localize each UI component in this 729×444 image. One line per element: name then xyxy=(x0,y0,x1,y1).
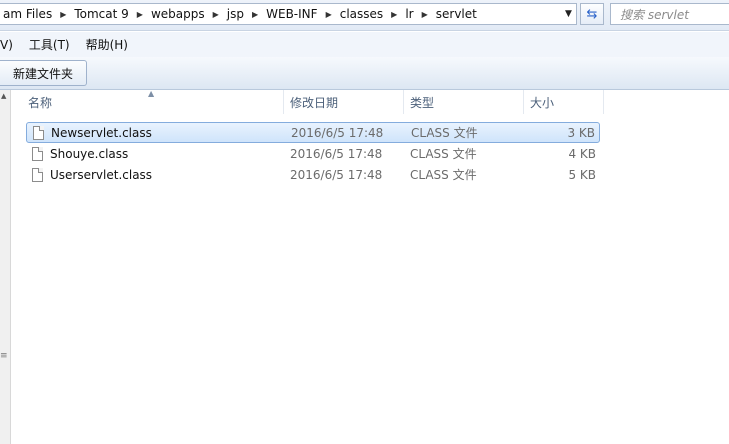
breadcrumb-item[interactable]: webapps xyxy=(148,7,208,21)
breadcrumb-item[interactable]: Tomcat 9 xyxy=(71,7,131,21)
menu-item-tools[interactable]: 工具(T) xyxy=(21,36,78,53)
breadcrumb-arrow-icon[interactable]: ▶ xyxy=(208,10,224,19)
breadcrumb-item[interactable]: lr xyxy=(402,7,416,21)
file-size: 4 KB xyxy=(568,146,596,161)
breadcrumb-item[interactable]: jsp xyxy=(224,7,247,21)
breadcrumb-item[interactable]: servlet xyxy=(433,7,480,21)
column-header-size[interactable]: 大小 xyxy=(524,90,604,114)
file-icon xyxy=(33,125,44,140)
breadcrumb-item[interactable]: am Files xyxy=(0,7,55,21)
file-size: 3 KB xyxy=(567,125,595,140)
refresh-icon: ⇆ xyxy=(586,6,598,22)
breadcrumb-arrow-icon[interactable]: ▶ xyxy=(55,10,71,19)
sort-ascending-icon: ▲ xyxy=(148,89,155,98)
file-date: 2016/6/5 17:48 xyxy=(290,146,383,161)
file-name: Newservlet.class xyxy=(51,125,152,140)
file-type: CLASS 文件 xyxy=(411,126,478,140)
file-icon xyxy=(32,167,43,182)
new-folder-button[interactable]: 新建文件夹 xyxy=(0,60,87,86)
file-type: CLASS 文件 xyxy=(410,147,477,161)
breadcrumb-item[interactable]: classes xyxy=(337,7,386,21)
menu-item-view[interactable]: V) xyxy=(0,38,21,52)
search-placeholder: 搜索 servlet xyxy=(620,7,689,22)
search-input[interactable]: 搜索 servlet xyxy=(610,3,729,25)
breadcrumb-arrow-icon[interactable]: ▶ xyxy=(417,10,433,19)
breadcrumb-item[interactable]: WEB-INF xyxy=(263,7,320,21)
file-date: 2016/6/5 17:48 xyxy=(290,167,383,182)
nav-pane-scrollbar[interactable]: ▲ ≡ xyxy=(0,90,11,444)
file-name: Userservlet.class xyxy=(50,167,153,182)
menu-bar: V) 工具(T) 帮助(H) xyxy=(0,32,729,58)
breadcrumb-arrow-icon[interactable]: ▶ xyxy=(386,10,402,19)
file-size: 5 KB xyxy=(568,167,596,182)
scroll-up-icon[interactable]: ▲ xyxy=(1,92,6,100)
menu-item-help[interactable]: 帮助(H) xyxy=(78,36,136,53)
file-row[interactable]: Shouye.class 2016/6/5 17:48 CLASS 文件 4 K… xyxy=(26,143,600,164)
breadcrumb-arrow-icon[interactable]: ▶ xyxy=(247,10,263,19)
chevron-down-icon[interactable]: ▼ xyxy=(560,3,577,25)
address-bar[interactable]: am Files ▶ Tomcat 9 ▶ webapps ▶ jsp ▶ WE… xyxy=(0,3,577,25)
file-icon xyxy=(32,146,43,161)
file-row[interactable]: Newservlet.class 2016/6/5 17:48 CLASS 文件… xyxy=(26,122,600,143)
breadcrumb: am Files ▶ Tomcat 9 ▶ webapps ▶ jsp ▶ WE… xyxy=(0,4,480,24)
refresh-button[interactable]: ⇆ xyxy=(580,3,604,25)
address-bar-row: am Files ▶ Tomcat 9 ▶ webapps ▶ jsp ▶ WE… xyxy=(0,0,729,31)
command-bar: 新建文件夹 xyxy=(0,57,729,90)
file-row[interactable]: Userservlet.class 2016/6/5 17:48 CLASS 文… xyxy=(26,164,600,185)
splitter-grip-icon[interactable]: ≡ xyxy=(0,352,8,361)
file-date: 2016/6/5 17:48 xyxy=(291,125,384,140)
column-header-type[interactable]: 类型 xyxy=(404,90,524,114)
column-header-date[interactable]: 修改日期 xyxy=(284,90,404,114)
breadcrumb-arrow-icon[interactable]: ▶ xyxy=(132,10,148,19)
file-name: Shouye.class xyxy=(50,146,129,161)
breadcrumb-arrow-icon[interactable]: ▶ xyxy=(321,10,337,19)
file-type: CLASS 文件 xyxy=(410,168,477,182)
